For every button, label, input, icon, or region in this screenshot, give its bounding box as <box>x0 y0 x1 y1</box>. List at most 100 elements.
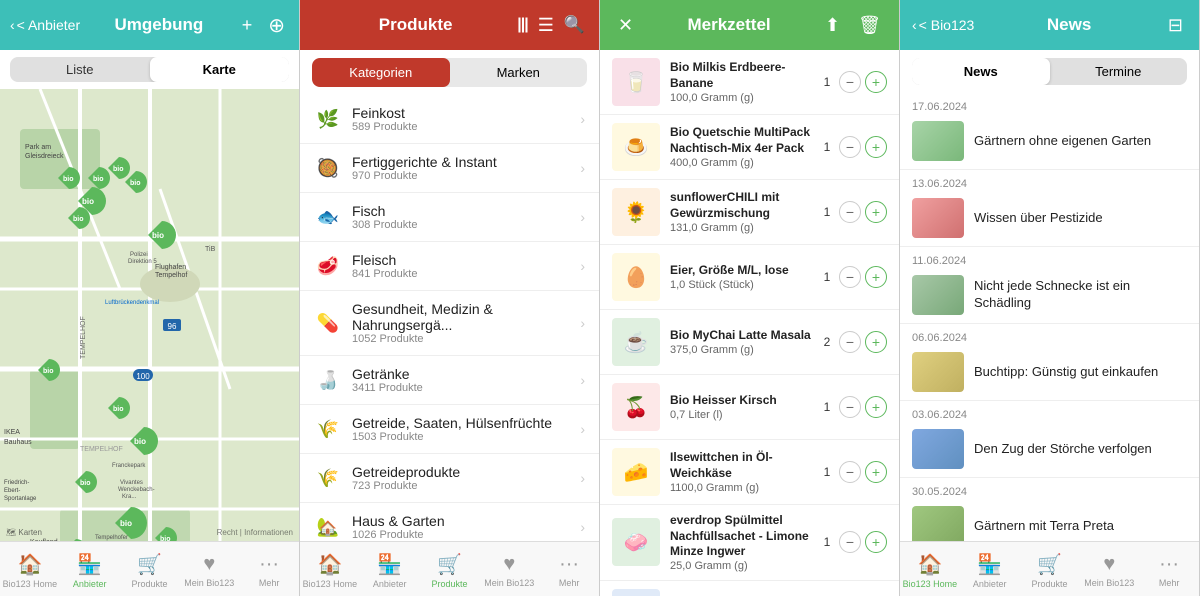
news-item[interactable]: Gärtnern ohne eigenen Garten <box>900 115 1199 170</box>
quantity-controls: 1 − + <box>819 266 887 288</box>
search-icon[interactable]: 🔍 <box>564 15 585 35</box>
increase-button[interactable]: + <box>865 266 887 288</box>
getreide-count: 1503 Produkte <box>352 431 580 443</box>
list-item[interactable]: 🥘 Fertiggerichte & Instant 970 Produkte … <box>300 144 599 193</box>
svg-text:Luftbrückendenkmal: Luftbrückendenkmal <box>105 300 159 306</box>
nav-produkte[interactable]: 🛒 Produkte <box>1020 546 1080 594</box>
list-item[interactable]: 🥩 Fleisch 841 Produkte › <box>300 242 599 291</box>
back-label: < Bio123 <box>919 17 975 33</box>
increase-button[interactable]: + <box>865 136 887 158</box>
news-thumbnail <box>912 275 964 315</box>
increase-button[interactable]: + <box>865 396 887 418</box>
list-item[interactable]: 💊 Gesundheit, Medizin & Nahrungsergä... … <box>300 291 599 356</box>
decrease-button[interactable]: − <box>839 331 861 353</box>
increase-button[interactable]: + <box>865 71 887 93</box>
news-item[interactable]: Buchtipp: Günstig gut einkaufen <box>900 346 1199 401</box>
list-item[interactable]: 🌻 sunflowerCHILI mit Gewürzmischung 131,… <box>600 180 899 245</box>
nav-mein[interactable]: ♥ Mein Bio123 <box>179 546 239 594</box>
list-item[interactable]: 🥛 Bio Milkis Erdbeere-Banane 100,0 Gramm… <box>600 50 899 115</box>
nav-mein-label: Mein Bio123 <box>184 578 234 588</box>
increase-button[interactable]: + <box>865 201 887 223</box>
list-item[interactable]: 🌿 Feinkost 589 Produkte › <box>300 95 599 144</box>
news-title: Gärtnern mit Terra Preta <box>974 518 1114 535</box>
list-item[interactable]: 🥛 Hafer Drink glutenfrei 0,75 Liter (l) … <box>600 581 899 596</box>
increase-button[interactable]: + <box>865 531 887 553</box>
segment-liste[interactable]: Liste <box>10 57 150 82</box>
svg-text:Ebert-: Ebert- <box>4 488 20 494</box>
nav-anbieter[interactable]: 🏪 Anbieter <box>360 546 420 594</box>
list-item[interactable]: 🌾 Getreide, Saaten, Hülsenfrüchte 1503 P… <box>300 405 599 454</box>
news-item[interactable]: Wissen über Pestizide <box>900 192 1199 247</box>
decrease-button[interactable]: − <box>839 136 861 158</box>
nav-home[interactable]: 🏠 Bio123 Home <box>300 546 360 594</box>
list-item[interactable]: 🍒 Bio Heisser Kirsch 0,7 Liter (l) 1 − + <box>600 375 899 440</box>
nav-anbieter-label: Anbieter <box>373 579 407 589</box>
barcode-icon[interactable]: ||| <box>517 16 527 34</box>
decrease-button[interactable]: − <box>839 71 861 93</box>
svg-text:bio: bio <box>80 480 91 487</box>
back-button[interactable]: ‹ < Anbieter <box>10 17 80 33</box>
map-view[interactable]: TEMPELHOF 96 Park am Gleisdreieck Flugha… <box>0 89 299 541</box>
filter-button[interactable]: ⊟ <box>1164 11 1187 40</box>
list-item[interactable]: 🧼 everdrop Spülmittel Nachfüllsachet - L… <box>600 505 899 581</box>
nav-produkte[interactable]: 🛒 Produkte <box>420 546 480 594</box>
nav-home[interactable]: 🏠 Bio123 Home <box>900 546 960 594</box>
seg-termine[interactable]: Termine <box>1050 58 1188 85</box>
quantity-controls: 1 − + <box>819 201 887 223</box>
trash-button[interactable]: 🗑 <box>854 11 885 40</box>
location-button[interactable]: ⊕ <box>264 9 289 42</box>
product-thumb: 🍮 <box>612 123 660 171</box>
news-item[interactable]: Den Zug der Störche verfolgen <box>900 423 1199 478</box>
decrease-button[interactable]: − <box>839 266 861 288</box>
nav-anbieter[interactable]: 🏪 Anbieter <box>960 546 1020 594</box>
segment-karte[interactable]: Karte <box>150 57 290 82</box>
share-button[interactable]: ⬆ <box>821 11 844 40</box>
increase-button[interactable]: + <box>865 331 887 353</box>
svg-text:Polizei: Polizei <box>130 252 148 258</box>
list-item[interactable]: 🍶 Getränke 3411 Produkte › <box>300 356 599 405</box>
gesundheit-name: Gesundheit, Medizin & Nahrungsergä... <box>352 301 580 333</box>
list-item[interactable]: 🥚 Eier, Größe M/L, lose 1,0 Stück (Stück… <box>600 245 899 310</box>
decrease-button[interactable]: − <box>839 531 861 553</box>
nav-mein[interactable]: ♥ Mein Bio123 <box>479 546 539 594</box>
news-segment-control: News Termine <box>912 58 1187 85</box>
svg-text:Vivantes: Vivantes <box>120 480 143 486</box>
nav-mehr[interactable]: ··· Mehr <box>539 546 599 594</box>
close-button[interactable]: ✕ <box>614 11 637 40</box>
seg-marken[interactable]: Marken <box>450 58 588 87</box>
nav-produkte[interactable]: 🛒 Produkte <box>120 546 180 594</box>
nav-anbieter[interactable]: 🏪 Anbieter <box>60 546 120 594</box>
list-item[interactable]: 🏡 Haus & Garten 1026 Produkte › <box>300 503 599 541</box>
nav-mehr[interactable]: ··· Mehr <box>1139 546 1199 594</box>
seg-kategorien[interactable]: Kategorien <box>312 58 450 87</box>
list-item[interactable]: 🍮 Bio Quetschie MultiPack Nachtisch-Mix … <box>600 115 899 180</box>
decrease-button[interactable]: − <box>839 461 861 483</box>
quantity-value: 1 <box>819 535 835 549</box>
chevron-icon: › <box>580 209 585 225</box>
getraenke-info: Getränke 3411 Produkte <box>352 366 580 394</box>
increase-button[interactable]: + <box>865 461 887 483</box>
seg-news[interactable]: News <box>912 58 1050 85</box>
nav-home[interactable]: 🏠 Bio123 Home <box>0 546 60 594</box>
news-title: Buchtipp: Günstig gut einkaufen <box>974 364 1158 381</box>
back-button[interactable]: ‹ < Bio123 <box>912 17 974 33</box>
list-item[interactable]: ☕ Bio MyChai Latte Masala 375,0 Gramm (g… <box>600 310 899 375</box>
decrease-button[interactable]: − <box>839 396 861 418</box>
svg-text:Wenckebach-: Wenckebach- <box>118 487 155 493</box>
getreide-name: Getreide, Saaten, Hülsenfrüchte <box>352 415 580 431</box>
list-icon[interactable]: ☰ <box>538 15 554 36</box>
add-button[interactable]: + <box>238 11 257 40</box>
news-item[interactable]: Nicht jede Schnecke ist ein Schädling <box>900 269 1199 324</box>
product-name: sunflowerCHILI mit Gewürzmischung <box>670 190 819 221</box>
news-item[interactable]: Gärtnern mit Terra Preta <box>900 500 1199 541</box>
list-item[interactable]: 🐟 Fisch 308 Produkte › <box>300 193 599 242</box>
nav-mein-label: Mein Bio123 <box>484 578 534 588</box>
fertig-name: Fertiggerichte & Instant <box>352 154 580 170</box>
nav-mein[interactable]: ♥ Mein Bio123 <box>1079 546 1139 594</box>
fisch-info: Fisch 308 Produkte <box>352 203 580 231</box>
nav-mehr[interactable]: ··· Mehr <box>239 546 299 594</box>
produkte-icon: 🛒 <box>137 552 162 577</box>
decrease-button[interactable]: − <box>839 201 861 223</box>
list-item[interactable]: 🧀 Ilsewittchen in Öl- Weichkäse 1100,0 G… <box>600 440 899 505</box>
list-item[interactable]: 🌾 Getreideprodukte 723 Produkte › <box>300 454 599 503</box>
